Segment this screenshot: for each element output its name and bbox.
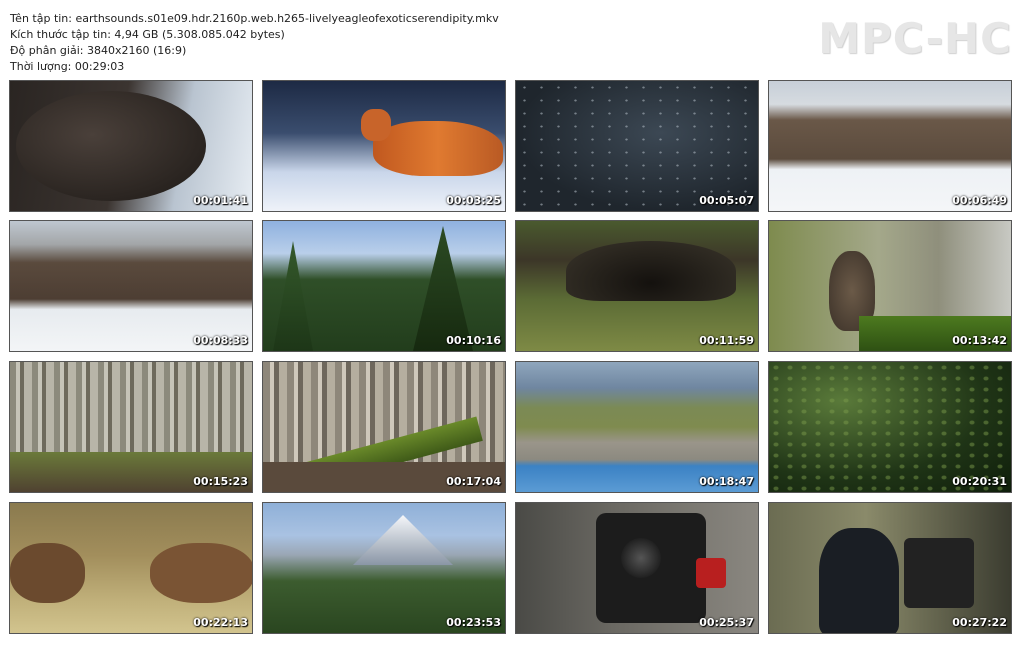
timestamp: 00:25:37: [699, 616, 754, 629]
thumbnail-14: 00:23:53: [262, 502, 506, 634]
timestamp: 00:27:22: [952, 616, 1007, 629]
timestamp: 00:08:33: [193, 334, 248, 347]
thumbnail-15: 00:25:37: [515, 502, 759, 634]
timestamp: 00:23:53: [446, 616, 501, 629]
thumbnail-11: 00:18:47: [515, 361, 759, 493]
timestamp: 00:18:47: [699, 475, 754, 488]
thumbnail-1: 00:01:41: [9, 80, 253, 212]
timestamp: 00:10:16: [446, 334, 501, 347]
timestamp: 00:03:25: [446, 194, 501, 207]
timestamp: 00:22:13: [193, 616, 248, 629]
thumbnail-2: 00:03:25: [262, 80, 506, 212]
thumbnail-3: 00:05:07: [515, 80, 759, 212]
thumbnail-16: 00:27:22: [768, 502, 1012, 634]
timestamp: 00:17:04: [446, 475, 501, 488]
thumbnail-13: 00:22:13: [9, 502, 253, 634]
timestamp: 00:11:59: [699, 334, 754, 347]
timestamp: 00:05:07: [699, 194, 754, 207]
timestamp: 00:06:49: [952, 194, 1007, 207]
timestamp: 00:01:41: [193, 194, 248, 207]
thumbnail-9: 00:15:23: [9, 361, 253, 493]
thumbnail-12: 00:20:31: [768, 361, 1012, 493]
timestamp: 00:13:42: [952, 334, 1007, 347]
thumbnail-10: 00:17:04: [262, 361, 506, 493]
thumbnail-7: 00:11:59: [515, 220, 759, 352]
thumbnail-8: 00:13:42: [768, 220, 1012, 352]
thumbnail-grid: 00:01:41 00:03:25 00:05:07 00:06:49 00:0…: [0, 0, 1024, 646]
thumbnail-6: 00:10:16: [262, 220, 506, 352]
thumbnail-5: 00:08:33: [9, 220, 253, 352]
timestamp: 00:20:31: [952, 475, 1007, 488]
timestamp: 00:15:23: [193, 475, 248, 488]
thumbnail-4: 00:06:49: [768, 80, 1012, 212]
